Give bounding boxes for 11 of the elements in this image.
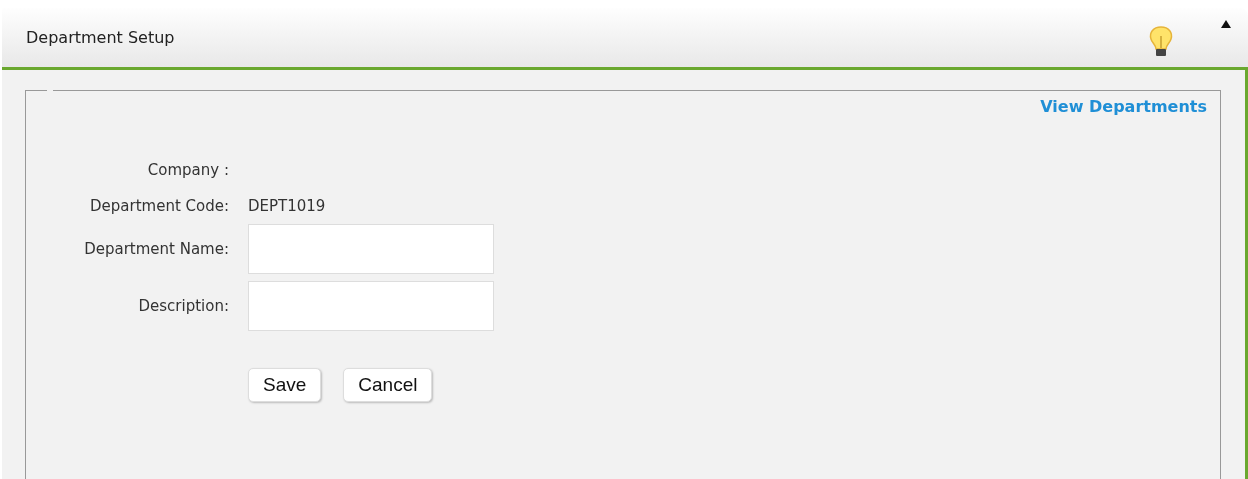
collapse-icon[interactable] (1221, 20, 1231, 28)
field-value: DEPT1019 (248, 197, 326, 215)
input-field[interactable] (248, 224, 494, 274)
field-label: Description: (137, 296, 229, 317)
field-label: Department Code: (89, 196, 229, 217)
cancel-button[interactable]: Cancel (343, 368, 433, 402)
save-button[interactable]: Save (248, 368, 322, 402)
field-label: Department Name: (83, 239, 229, 260)
page-title: Department Setup (26, 28, 176, 47)
field-label: Company : (146, 160, 229, 181)
input-field[interactable] (248, 281, 494, 331)
